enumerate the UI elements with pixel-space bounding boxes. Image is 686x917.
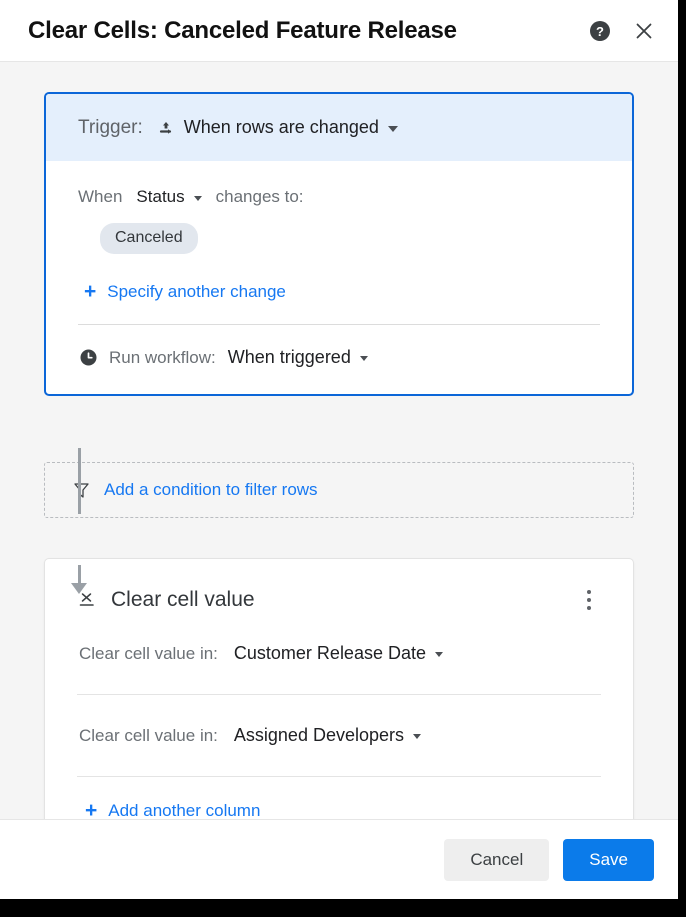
trigger-column-value: Status — [136, 187, 184, 207]
clear-cell-field-row-1: Clear cell value in: Customer Release Da… — [77, 613, 601, 694]
clear-cell-field-label-2: Clear cell value in: — [79, 726, 218, 746]
add-condition-label: Add a condition to filter rows — [104, 480, 318, 500]
screen-root: Clear Cells: Canceled Feature Release ? — [0, 0, 686, 917]
trigger-type-dropdown[interactable]: When rows are changed — [157, 117, 398, 138]
clock-icon — [80, 349, 97, 366]
chevron-down-icon — [435, 652, 443, 657]
trigger-body: When Status changes to: Canceled + Speci… — [46, 161, 632, 394]
help-circle-icon[interactable]: ? — [586, 17, 614, 45]
specify-another-change-button[interactable]: + Specify another change — [78, 258, 600, 324]
connector-line-top — [78, 448, 81, 514]
specify-another-change-label: Specify another change — [107, 282, 286, 302]
run-workflow-row: Run workflow: When triggered — [78, 325, 600, 394]
trigger-header: Trigger: When rows are changed — [46, 94, 632, 161]
workflow-dialog: Clear Cells: Canceled Feature Release ? — [0, 0, 678, 899]
svg-text:?: ? — [596, 24, 604, 39]
workflow-canvas: Trigger: When rows are changed — [0, 62, 678, 819]
when-label: When — [78, 187, 122, 207]
plus-icon: + — [84, 285, 96, 299]
run-workflow-label: Run workflow: — [109, 348, 216, 368]
add-another-column-label: Add another column — [108, 801, 260, 819]
clear-cell-column-dropdown-1[interactable]: Customer Release Date — [234, 643, 443, 664]
trigger-label: Trigger: — [78, 117, 143, 139]
trigger-type-value: When rows are changed — [184, 117, 379, 138]
clear-cell-column-value-2: Assigned Developers — [234, 725, 404, 746]
connector-arrow-icon — [71, 583, 87, 594]
trigger-value-chips: Canceled — [78, 207, 600, 258]
add-condition-block[interactable]: Add a condition to filter rows — [44, 462, 634, 518]
status-chip[interactable]: Canceled — [100, 223, 198, 254]
filter-funnel-icon — [73, 481, 90, 499]
trigger-column-dropdown[interactable]: Status — [136, 187, 201, 207]
rows-changed-icon — [157, 119, 175, 137]
action-card-title: Clear cell value — [111, 588, 577, 612]
add-another-column-button[interactable]: + Add another column — [77, 777, 601, 819]
run-workflow-value: When triggered — [228, 347, 351, 368]
run-workflow-dropdown[interactable]: When triggered — [228, 347, 368, 368]
plus-icon: + — [85, 804, 97, 818]
save-button[interactable]: Save — [563, 839, 654, 881]
dialog-header: Clear Cells: Canceled Feature Release ? — [0, 0, 678, 62]
trigger-condition-row: When Status changes to: — [78, 161, 600, 207]
action-card-clear-cell-value: Clear cell value Clear cell value in: Cu… — [44, 558, 634, 819]
dialog-footer: Cancel Save — [0, 819, 678, 899]
clear-cell-field-label-1: Clear cell value in: — [79, 644, 218, 664]
clear-cell-field-row-2: Clear cell value in: Assigned Developers — [77, 695, 601, 776]
clear-cell-column-value-1: Customer Release Date — [234, 643, 426, 664]
chevron-down-icon — [388, 126, 398, 132]
clear-cell-column-dropdown-2[interactable]: Assigned Developers — [234, 725, 421, 746]
chevron-down-icon — [360, 356, 368, 361]
kebab-menu-icon[interactable] — [577, 587, 601, 613]
chevron-down-icon — [194, 196, 202, 201]
cancel-button[interactable]: Cancel — [444, 839, 549, 881]
trigger-card: Trigger: When rows are changed — [44, 92, 634, 396]
close-icon[interactable] — [630, 17, 658, 45]
chevron-down-icon — [413, 734, 421, 739]
changes-to-label: changes to: — [216, 187, 304, 207]
page-title: Clear Cells: Canceled Feature Release — [28, 17, 586, 45]
header-actions: ? — [586, 17, 658, 45]
action-card-header: Clear cell value — [77, 559, 601, 613]
